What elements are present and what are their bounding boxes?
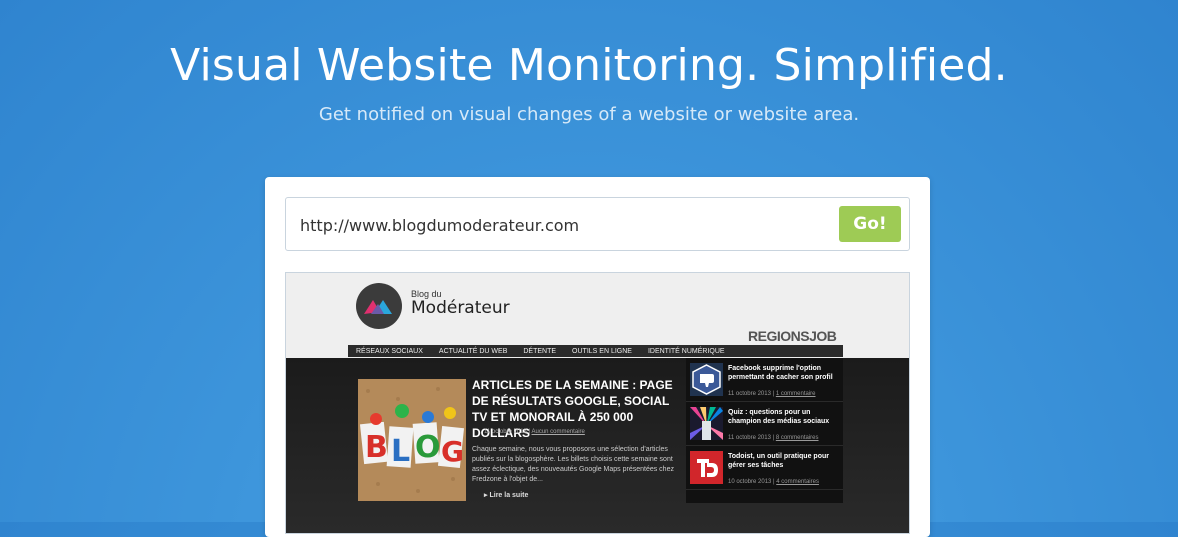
site-nav: RÉSEAUX SOCIAUX ACTUALITÉ DU WEB DÉTENTE… <box>348 345 843 357</box>
side-article-title: Todoist, un outil pratique pour gérer se… <box>728 453 829 469</box>
site-nav-item: IDENTITÉ NUMÉRIQUE <box>647 348 725 355</box>
featured-image: B L O G <box>358 379 466 501</box>
site-logo-icon <box>356 283 402 329</box>
svg-text:O: O <box>415 430 441 465</box>
side-article-meta: 11 octobre 2013 | 1 commentaire <box>728 391 816 397</box>
partner-logo: REGIONSJOB <box>748 328 837 344</box>
side-article-meta: 10 octobre 2013 | 4 commentaires <box>728 479 819 485</box>
side-article-comments[interactable]: 4 commentaires <box>776 479 819 485</box>
featured-date: 11 octobre 2013 | <box>484 429 531 435</box>
side-article-title: Facebook supprime l'option permettant de… <box>728 365 833 381</box>
side-article[interactable]: Quiz : questions pour un champion des mé… <box>686 402 843 446</box>
featured-comments-link[interactable]: Aucun commentaire <box>532 429 585 435</box>
preview-site-header: Blog du Modérateur REGIONSJOB RÉSEAUX SO… <box>286 273 909 358</box>
hero-subtitle: Get notified on visual changes of a webs… <box>318 104 860 125</box>
side-article-title: Quiz : questions pour un champion des mé… <box>728 409 830 425</box>
site-logo-big: Modérateur <box>411 298 510 318</box>
thumbs-down-icon <box>690 363 723 396</box>
read-more-label: Lire la suite <box>489 492 529 499</box>
site-nav-item: DÉTENTE <box>523 348 557 355</box>
side-articles: Facebook supprime l'option permettant de… <box>686 358 843 503</box>
hero-title: Visual Website Monitoring. Simplified. <box>170 40 1008 91</box>
site-nav-item: ACTUALITÉ DU WEB <box>438 348 508 355</box>
go-button[interactable]: Go! <box>839 206 901 242</box>
monitor-card: Go! Blog du Modérateur REGIONSJOB RÉSEAU… <box>265 177 930 537</box>
svg-text:G: G <box>441 435 464 468</box>
svg-text:B: B <box>365 430 388 465</box>
featured-meta: 11 octobre 2013 | Aucun commentaire <box>484 429 585 435</box>
side-article-date: 11 octobre 2013 | <box>728 391 775 397</box>
quiz-thumbnail-icon <box>690 407 723 440</box>
side-article-comments[interactable]: 8 commentaires <box>776 435 819 441</box>
svg-text:L: L <box>391 434 410 469</box>
site-nav-item: OUTILS EN LIGNE <box>572 348 632 355</box>
url-form: Go! <box>285 197 910 251</box>
site-nav-item: RÉSEAUX SOCIAUX <box>356 348 423 355</box>
featured-excerpt: Chaque semaine, nous vous proposons une … <box>472 446 674 483</box>
side-article-meta: 11 octobre 2013 | 8 commentaires <box>728 435 819 441</box>
todoist-logo-icon <box>690 451 723 484</box>
read-more-link[interactable]: ▸ Lire la suite <box>484 491 528 499</box>
url-input[interactable] <box>298 208 822 242</box>
side-article[interactable]: Todoist, un outil pratique pour gérer se… <box>686 446 843 490</box>
side-article-comments[interactable]: 1 commentaire <box>776 391 816 397</box>
side-article-date: 10 octobre 2013 | <box>728 479 775 485</box>
side-article-date: 11 octobre 2013 | <box>728 435 775 441</box>
side-article[interactable]: Facebook supprime l'option permettant de… <box>686 358 843 402</box>
website-preview[interactable]: Blog du Modérateur REGIONSJOB RÉSEAUX SO… <box>285 272 910 534</box>
